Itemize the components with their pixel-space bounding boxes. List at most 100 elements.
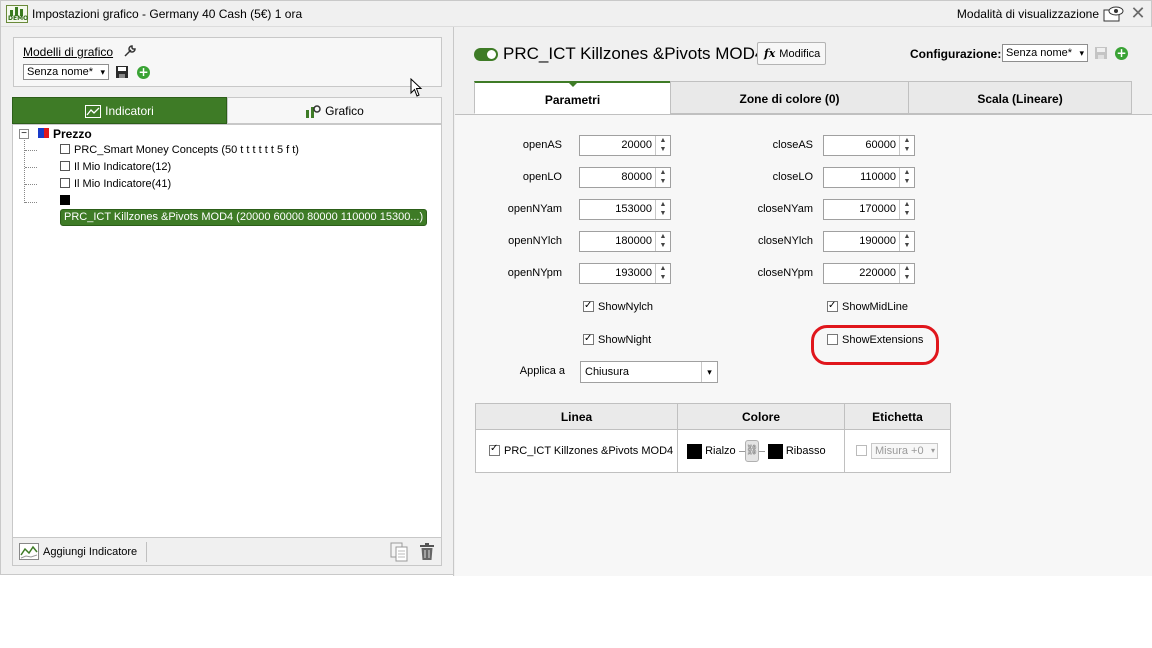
left-tabs: Indicatori Grafico — [12, 97, 442, 125]
spin-down-icon[interactable]: ▼ — [656, 241, 670, 250]
param-label-closeAS: closeAS — [772, 139, 813, 151]
view-mode-icon[interactable] — [1103, 5, 1125, 23]
tree-item-checkbox[interactable] — [60, 195, 70, 205]
down-color-swatch[interactable] — [767, 443, 783, 459]
spin-up-icon[interactable]: ▲ — [656, 232, 670, 241]
tree-root-price[interactable]: Prezzo — [53, 127, 92, 141]
line-cell[interactable]: PRC_ICT Killzones &Pivots MOD4 — [475, 429, 678, 473]
tab-color-zones[interactable]: Zone di colore (0) — [670, 81, 909, 114]
add-indicator-button[interactable]: Aggiungi Indicatore — [43, 546, 137, 558]
spin-up-icon[interactable]: ▲ — [656, 136, 670, 145]
spin-up-icon[interactable]: ▲ — [900, 232, 914, 241]
indicator-settings-panel: PRC_ICT Killzones &Pivots MOD4 fx Modific… — [453, 27, 1152, 576]
up-color-swatch[interactable] — [687, 443, 702, 459]
param-label-openNYam: openNYam — [507, 203, 562, 215]
param-input-openNYpm[interactable]: 193000 ▲ ▼ — [579, 263, 671, 284]
wrench-icon[interactable] — [123, 44, 137, 58]
chart-model-select[interactable]: Senza nome* ▾ — [23, 64, 109, 80]
tree-item[interactable]: Il Mio Indicatore(41) — [60, 177, 171, 192]
chevron-down-icon: ▾ — [701, 362, 717, 382]
chart-settings-icon — [306, 105, 321, 119]
spin-up-icon[interactable]: ▲ — [900, 136, 914, 145]
link-icon[interactable]: ⛓ — [744, 440, 759, 462]
price-flag-icon — [38, 128, 49, 138]
add-config-icon[interactable]: + — [1115, 47, 1128, 60]
spin-down-icon[interactable]: ▼ — [900, 145, 914, 154]
param-label-closeNYlch: closeNYlch — [757, 235, 813, 247]
tree-item-checkbox[interactable] — [60, 144, 70, 154]
param-input-closeNYlch[interactable]: 190000 ▲ ▼ — [823, 231, 915, 252]
spin-up-icon[interactable]: ▲ — [900, 264, 914, 273]
param-label-openNYpm: openNYpm — [507, 267, 562, 279]
spin-up-icon[interactable]: ▲ — [900, 200, 914, 209]
spin-down-icon[interactable]: ▼ — [656, 145, 670, 154]
add-indicator-icon[interactable] — [19, 543, 39, 560]
collapse-toggle[interactable]: − — [19, 129, 29, 139]
copy-icon[interactable] — [389, 542, 409, 562]
checkbox-checked[interactable] — [583, 299, 594, 313]
spin-down-icon[interactable]: ▼ — [656, 209, 670, 218]
add-model-icon[interactable]: + — [137, 66, 150, 79]
tree-connector — [25, 150, 37, 151]
indicator-toggle[interactable] — [474, 48, 498, 61]
footer-divider — [146, 542, 147, 562]
label-checkbox[interactable] — [856, 444, 867, 456]
column-header-label: Etichetta — [844, 403, 951, 430]
spin-up-icon[interactable]: ▲ — [656, 264, 670, 273]
param-input-closeLO[interactable]: 110000 ▲ ▼ — [823, 167, 915, 188]
show-midline-checkbox[interactable]: ShowMidLine — [827, 299, 908, 314]
tree-item-checkbox[interactable] — [60, 178, 70, 188]
spin-down-icon[interactable]: ▼ — [900, 273, 914, 282]
chart-models-title: Modelli di grafico — [23, 45, 114, 59]
table-row: PRC_ICT Killzones &Pivots MOD4 Rialzo ⛓ … — [475, 429, 951, 473]
parameters-content: openAS 20000 ▲ ▼ openLO 80000 ▲ ▼ openNYam… — [455, 114, 1152, 576]
tree-connector — [25, 202, 37, 203]
edit-button[interactable]: fx Modifica — [757, 42, 826, 65]
tab-scale[interactable]: Scala (Lineare) — [908, 81, 1132, 114]
spin-down-icon[interactable]: ▼ — [900, 209, 914, 218]
save-icon[interactable] — [115, 65, 129, 79]
tree-item-checkbox[interactable] — [60, 161, 70, 171]
view-mode-label[interactable]: Modalità di visualizzazione — [957, 7, 1099, 21]
param-input-closeAS[interactable]: 60000 ▲ ▼ — [823, 135, 915, 156]
param-input-openNYam[interactable]: 153000 ▲ ▼ — [579, 199, 671, 220]
tab-chart[interactable]: Grafico — [227, 97, 442, 124]
checkbox-checked[interactable] — [583, 332, 594, 346]
indicators-icon — [85, 105, 102, 119]
param-label-openNYlch: openNYlch — [508, 235, 562, 247]
apply-to-select[interactable]: Chiusura ▾ — [580, 361, 718, 383]
param-input-openAS[interactable]: 20000 ▲ ▼ — [579, 135, 671, 156]
param-input-closeNYpm[interactable]: 220000 ▲ ▼ — [823, 263, 915, 284]
save-config-icon[interactable] — [1094, 46, 1108, 60]
param-label-closeLO: closeLO — [772, 171, 813, 183]
tab-indicators[interactable]: Indicatori — [12, 97, 227, 124]
spin-up-icon[interactable]: ▲ — [656, 200, 670, 209]
tab-parameters[interactable]: Parametri — [474, 81, 671, 114]
param-input-openNYlch[interactable]: 180000 ▲ ▼ — [579, 231, 671, 252]
spin-down-icon[interactable]: ▼ — [656, 177, 670, 186]
label-cell: Misura +0 ▾ — [844, 429, 951, 473]
line-visible-checkbox[interactable] — [489, 443, 500, 456]
spin-up-icon[interactable]: ▲ — [656, 168, 670, 177]
checkbox-checked[interactable] — [827, 299, 838, 313]
param-input-openLO[interactable]: 80000 ▲ ▼ — [579, 167, 671, 188]
spin-down-icon[interactable]: ▼ — [900, 177, 914, 186]
column-header-color: Colore — [677, 403, 845, 430]
spin-up-icon[interactable]: ▲ — [900, 168, 914, 177]
tree-item[interactable]: Il Mio Indicatore(12) — [60, 160, 171, 175]
window-title: Impostazioni grafico - Germany 40 Cash (… — [32, 7, 303, 21]
show-nylch-checkbox[interactable]: ShowNylch — [583, 299, 653, 314]
tree-item[interactable]: PRC_Smart Money Concepts (50 t t t t t t… — [60, 143, 299, 158]
show-night-checkbox[interactable]: ShowNight — [583, 332, 651, 347]
param-input-closeNYam[interactable]: 170000 ▲ ▼ — [823, 199, 915, 220]
tree-item-selected[interactable]: PRC_ICT Killzones &Pivots MOD4 (20000 60… — [60, 194, 441, 226]
label-select[interactable]: Misura +0 ▾ — [871, 443, 938, 459]
spin-down-icon[interactable]: ▼ — [656, 273, 670, 282]
trash-icon[interactable] — [419, 543, 435, 561]
configuration-select[interactable]: Senza nome* ▾ — [1002, 44, 1088, 62]
close-icon[interactable]: ✕ — [1130, 3, 1146, 23]
param-label-closeNYam: closeNYam — [757, 203, 813, 215]
app-logo-icon: DEMO — [6, 5, 28, 23]
settings-window: DEMO Impostazioni grafico - Germany 40 C… — [0, 0, 1152, 576]
spin-down-icon[interactable]: ▼ — [900, 241, 914, 250]
